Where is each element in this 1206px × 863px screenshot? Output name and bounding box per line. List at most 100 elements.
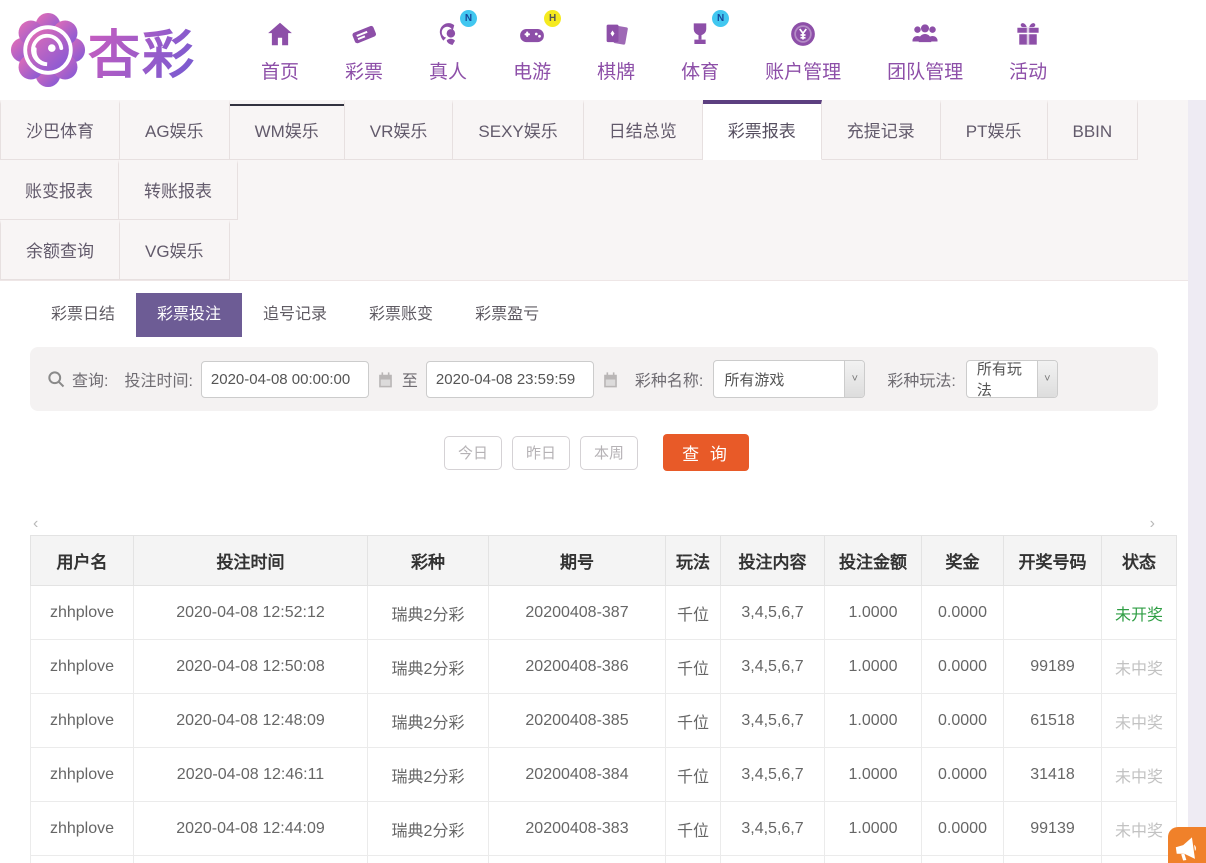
search-label: 查询: xyxy=(72,367,108,391)
cell-content: 3,4,5,6,7 xyxy=(721,748,825,802)
nav-item-lottery[interactable]: 彩票 xyxy=(322,17,406,84)
time-to-input[interactable] xyxy=(426,361,594,398)
cell-play: 百位 xyxy=(666,856,721,863)
game-select[interactable]: 所有游戏 ˅ xyxy=(713,360,865,398)
cell-status: 未开奖 xyxy=(1102,586,1177,640)
brand-name: 杏彩 xyxy=(88,13,196,88)
nav-item-account[interactable]: 账户管理 xyxy=(742,17,864,84)
ticket-icon xyxy=(347,17,381,51)
to-label: 至 xyxy=(402,367,418,391)
cell-content: 3,4,5,6,7 xyxy=(721,586,825,640)
cell-status: 未中奖 xyxy=(1102,694,1177,748)
cell-lottery: 瑞典1分彩 xyxy=(368,856,489,863)
play-select[interactable]: 所有玩法 ˅ xyxy=(966,360,1058,398)
home-icon xyxy=(263,17,297,51)
cell-content: 4,5,6,7,8 xyxy=(721,856,825,863)
yesterday-button[interactable]: 昨日 xyxy=(512,436,570,470)
calendar-icon[interactable] xyxy=(601,370,620,389)
tab-VG娱乐[interactable]: VG娱乐 xyxy=(120,220,230,280)
column-header: 玩法 xyxy=(666,536,721,586)
cell-username: zhhplove xyxy=(31,586,134,640)
cell-lottery: 瑞典2分彩 xyxy=(368,694,489,748)
calendar-icon[interactable] xyxy=(376,370,395,389)
cell-issue: 20200408-384 xyxy=(489,748,666,802)
cell-play: 千位 xyxy=(666,748,721,802)
subtab-追号记录[interactable]: 追号记录 xyxy=(242,293,348,337)
scroll-left-icon[interactable]: ‹ xyxy=(33,517,38,535)
cell-play: 千位 xyxy=(666,586,721,640)
nav-item-team[interactable]: 团队管理 xyxy=(864,17,986,84)
column-header: 开奖号码 xyxy=(1004,536,1102,586)
cell-username: zhhplove xyxy=(31,694,134,748)
nav-label: 账户管理 xyxy=(765,57,841,84)
table-body: zhhplove2020-04-08 12:52:12瑞典2分彩20200408… xyxy=(31,586,1177,863)
tab-AG娱乐[interactable]: AG娱乐 xyxy=(120,100,230,160)
cell-issue: 20200408-387 xyxy=(489,586,666,640)
cell-draw_number: 46381 xyxy=(1004,856,1102,863)
tab-日结总览[interactable]: 日结总览 xyxy=(584,100,703,160)
cell-prize: 0.0000 xyxy=(922,586,1004,640)
today-button[interactable]: 今日 xyxy=(444,436,502,470)
tab-账变报表[interactable]: 账变报表 xyxy=(0,160,119,220)
cell-prize: 0.0000 xyxy=(922,640,1004,694)
nav-item-boardgames[interactable]: 棋牌 xyxy=(574,17,658,84)
subtab-彩票投注[interactable]: 彩票投注 xyxy=(136,293,242,337)
promo-megaphone-widget[interactable] xyxy=(1168,827,1206,863)
badge-n: N xyxy=(712,10,729,27)
bet-time-label: 投注时间: xyxy=(124,367,192,391)
cell-play: 千位 xyxy=(666,802,721,856)
search-button[interactable]: 查 询 xyxy=(663,434,749,471)
scroll-right-icon[interactable]: › xyxy=(1150,517,1155,535)
live-person-icon: N xyxy=(431,17,465,51)
nav-item-egames[interactable]: H电游 xyxy=(490,17,574,84)
tab-WM娱乐[interactable]: WM娱乐 xyxy=(230,100,345,160)
tab-充提记录[interactable]: 充提记录 xyxy=(822,100,941,160)
tabs-row-2: 余额查询VG娱乐 xyxy=(0,220,1188,280)
cell-bet_time: 2020-04-08 12:48:09 xyxy=(134,694,368,748)
tab-余额查询[interactable]: 余额查询 xyxy=(0,220,120,280)
header: 杏彩 首页彩票N真人H电游棋牌N体育账户管理团队管理活动 xyxy=(0,0,1206,100)
report-tabstrip: 沙巴体育AG娱乐WM娱乐VR娱乐SEXY娱乐日结总览彩票报表充提记录PT娱乐BB… xyxy=(0,100,1188,281)
tab-转账报表[interactable]: 转账报表 xyxy=(119,160,238,220)
cell-bet_time: 2020-04-08 12:50:08 xyxy=(134,640,368,694)
tab-沙巴体育[interactable]: 沙巴体育 xyxy=(0,100,120,160)
tab-彩票报表[interactable]: 彩票报表 xyxy=(703,100,822,160)
column-header: 投注时间 xyxy=(134,536,368,586)
cell-amount: 1.0000 xyxy=(825,640,922,694)
table-row: zhhplove2020-04-08 12:44:09瑞典2分彩20200408… xyxy=(31,802,1177,856)
subtab-彩票日结[interactable]: 彩票日结 xyxy=(30,293,136,337)
cell-amount: 1.0000 xyxy=(825,856,922,863)
tab-VR娱乐[interactable]: VR娱乐 xyxy=(345,100,454,160)
table-header-row: 用户名投注时间彩种期号玩法投注内容投注金额奖金开奖号码状态 xyxy=(31,536,1177,586)
tab-PT娱乐[interactable]: PT娱乐 xyxy=(941,100,1048,160)
cell-draw_number: 31418 xyxy=(1004,748,1102,802)
subtab-彩票账变[interactable]: 彩票账变 xyxy=(348,293,454,337)
cell-draw_number xyxy=(1004,586,1102,640)
subtab-彩票盈亏[interactable]: 彩票盈亏 xyxy=(454,293,560,337)
tab-SEXY娱乐[interactable]: SEXY娱乐 xyxy=(453,100,583,160)
nav-item-sports[interactable]: N体育 xyxy=(658,17,742,84)
table-row: zhhplove2020-04-08 12:44:09瑞典1分彩20200408… xyxy=(31,856,1177,863)
cards-icon xyxy=(599,17,633,51)
brand-logo[interactable]: 杏彩 xyxy=(10,12,196,88)
nav-item-home[interactable]: 首页 xyxy=(238,17,322,84)
column-header: 期号 xyxy=(489,536,666,586)
column-header: 用户名 xyxy=(31,536,134,586)
this-week-button[interactable]: 本周 xyxy=(580,436,638,470)
column-header: 奖金 xyxy=(922,536,1004,586)
nav-item-activity[interactable]: 活动 xyxy=(986,17,1070,84)
cell-status: 未中奖 xyxy=(1102,640,1177,694)
tab-BBIN[interactable]: BBIN xyxy=(1048,100,1139,160)
nav-label: 首页 xyxy=(261,57,299,84)
cell-status: 未中奖 xyxy=(1102,802,1177,856)
nav-item-live[interactable]: N真人 xyxy=(406,17,490,84)
column-header: 投注金额 xyxy=(825,536,922,586)
game-select-value: 所有游戏 xyxy=(714,361,844,397)
table-row: zhhplove2020-04-08 12:50:08瑞典2分彩20200408… xyxy=(31,640,1177,694)
time-from-input[interactable] xyxy=(201,361,369,398)
search-icon xyxy=(46,369,66,389)
cell-status: 未中奖 xyxy=(1102,748,1177,802)
cell-issue: 20200408-0765 xyxy=(489,856,666,863)
cell-prize: 0.0000 xyxy=(922,856,1004,863)
cell-bet_time: 2020-04-08 12:44:09 xyxy=(134,802,368,856)
